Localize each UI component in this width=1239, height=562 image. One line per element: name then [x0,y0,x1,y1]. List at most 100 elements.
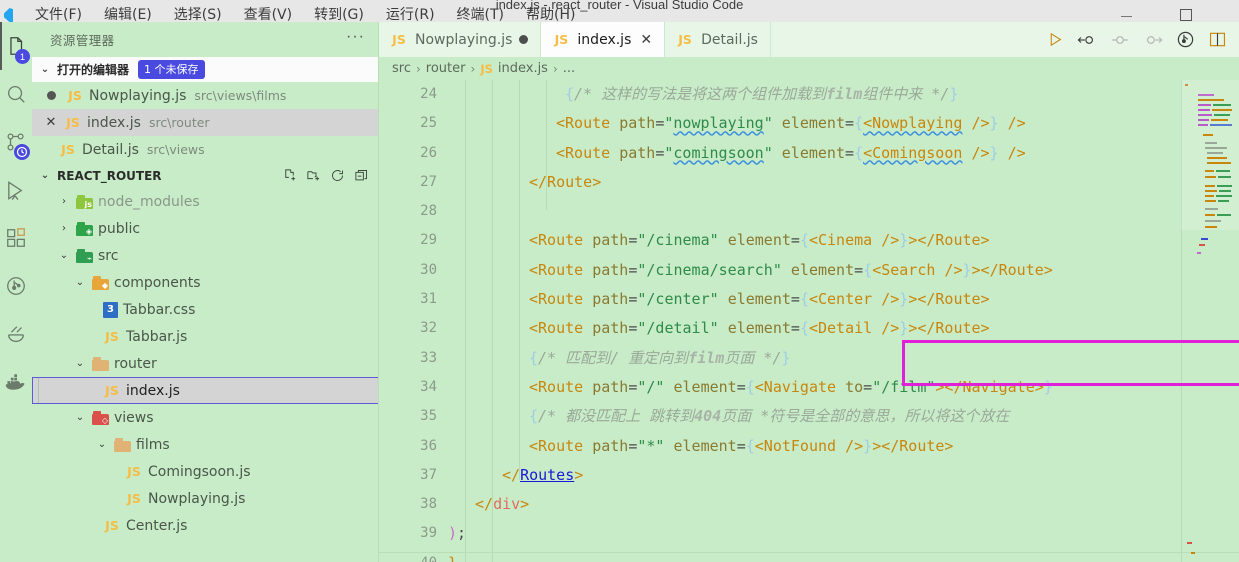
activity-search[interactable] [0,70,32,118]
folder-icon: ◇ [92,410,109,425]
tree-label: components [114,274,201,291]
activity-docker[interactable] [0,358,32,406]
editor-group: JS Nowplaying.js JS index.js ✕ JS Detail… [379,22,1239,562]
folder-icon: ⌁ [76,248,93,263]
chevron-right-icon: › [62,196,66,207]
open-editors-label: 打开的编辑器 [57,63,130,77]
close-icon[interactable]: ✕ [43,115,59,130]
window-maximize-button[interactable] [1169,0,1203,22]
minimap[interactable] [1181,80,1239,562]
open-editors-section-header[interactable]: ⌄ 打开的编辑器 1 个未保存 [32,57,379,82]
menu-item-edit[interactable]: 编辑(E) [93,8,163,22]
activity-run-and-debug[interactable] [0,166,32,214]
tree-folder-router[interactable]: ⌄ router [32,350,379,377]
sidebar-more-actions-icon[interactable]: ··· [346,28,371,52]
code-line: 32 <Route path="/detail" element={<Detai… [420,319,990,338]
tree-folder-src[interactable]: ⌄ ⌁ src [32,242,379,269]
explorer-badge: 1 [15,49,30,64]
chevron-down-icon: ⌄ [40,170,50,181]
chevron-down-icon: ⌄ [75,358,85,369]
chevron-down-icon: ⌄ [97,439,107,450]
sidebar-title: 资源管理器 [50,33,115,48]
js-file-icon: JS [66,115,80,130]
menu-item-help[interactable]: 帮助(H) [515,8,586,22]
tree-file-nowplaying-js[interactable]: JS Nowplaying.js [32,485,379,512]
menu-item-terminal[interactable]: 终端(T) [446,8,515,22]
tree-label: films [136,436,170,453]
open-editor-row[interactable]: ✕ JS index.js src\router [32,109,379,136]
run-code-button[interactable] [1047,31,1064,48]
editor-actions [1031,22,1239,57]
tab-label: index.js [577,31,632,48]
folder-icon: ◆ [92,275,109,290]
tab-detail-js[interactable]: JS Detail.js [665,22,771,57]
chevron-right-icon: › [415,61,421,76]
open-editor-path: src\views\films [194,88,287,103]
merge-center-button[interactable] [1110,33,1130,47]
chevron-down-icon: ⌄ [75,277,85,288]
menu-item-view[interactable]: 查看(V) [233,8,304,22]
js-file-icon: JS [105,383,119,398]
project-section-header[interactable]: ⌄ REACT_ROUTER [32,163,379,188]
new-file-icon[interactable] [282,168,297,183]
merge-right-button[interactable] [1143,33,1163,47]
tree-file-index-js[interactable]: JS index.js [32,377,379,404]
js-file-icon: JS [61,142,75,157]
menu-item-go[interactable]: 转到(G) [303,8,375,22]
activity-source-control[interactable] [0,118,32,166]
close-icon[interactable]: ✕ [638,33,652,47]
chevron-right-icon: › [62,223,66,234]
window-minimize-button[interactable] [1109,0,1143,22]
tree-label: Tabbar.js [126,328,188,345]
activity-explorer[interactable]: 1 [0,22,32,70]
tree-folder-node-modules[interactable]: › js node_modules [32,188,379,215]
activity-remote-explorer[interactable] [0,310,32,358]
breadcrumb-item-index-js[interactable]: index.js [498,61,548,76]
tree-file-comingsoon-js[interactable]: JS Comingsoon.js [32,458,379,485]
code-line: 31 <Route path="/center" element={<Cente… [420,290,990,309]
tree-folder-views[interactable]: ⌄ ◇ views [32,404,379,431]
folder-icon [92,356,109,371]
chevron-down-icon: ⌄ [75,412,85,423]
tab-nowplaying-js[interactable]: JS Nowplaying.js [379,22,542,57]
breadcrumb-item-symbol[interactable]: ... [563,61,575,76]
tree-file-tabbar-js[interactable]: JS Tabbar.js [32,323,379,350]
menu-item-select[interactable]: 选择(S) [163,8,233,22]
open-editor-row[interactable]: JS Nowplaying.js src\views\films [32,82,379,109]
tab-index-js[interactable]: JS index.js ✕ [541,22,666,57]
refresh-icon[interactable] [330,168,345,183]
tree-folder-components[interactable]: ⌄ ◆ components [32,269,379,296]
unsaved-dot-icon[interactable] [47,91,56,100]
tree-folder-films[interactable]: ⌄ films [32,431,379,458]
code-line: 26 <Route path="comingsoon" element={<Co… [420,143,1026,162]
vscode-logo-icon [2,0,16,22]
js-file-icon: JS [678,32,692,47]
menu-item-file[interactable]: 文件(F) [24,8,93,22]
menu-bar[interactable]: 文件(F) 编辑(E) 选择(S) 查看(V) 转到(G) 运行(R) 终端(T… [24,0,586,22]
unsaved-dot-icon[interactable] [519,35,529,44]
code-line: 25 <Route path="nowplaying" element={<No… [420,114,1026,133]
tree-label: index.js [126,382,180,399]
collapse-all-icon[interactable] [354,168,369,183]
breadcrumb-item-router[interactable]: router [426,61,466,76]
code-editor[interactable]: 24 {/* 这样的写法是将这两个组件加载到film组件中来 */} 25 <R… [379,80,1239,562]
code-line: 33 {/* 匹配到/ 重定向到film页面 */} [420,348,791,367]
code-line: 40 } [379,549,1239,562]
breadcrumb-item-src[interactable]: src [392,61,411,76]
js-file-icon: JS [68,88,82,103]
tree-file-tabbar-css[interactable]: 3 Tabbar.css [32,296,379,323]
activity-git-graph[interactable] [0,262,32,310]
open-editor-row[interactable]: JS Detail.js src\views [32,136,379,163]
merge-left-button[interactable] [1077,33,1097,47]
breadcrumb: src › router › JS index.js › ... [379,57,1239,80]
git-commit-circle-icon[interactable] [1176,30,1195,49]
activity-extensions[interactable] [0,214,32,262]
menu-item-run[interactable]: 运行(R) [375,8,446,22]
tree-file-center-js[interactable]: JS Center.js [32,512,379,539]
split-editor-button[interactable] [1208,31,1227,48]
code-lines[interactable]: 24 {/* 这样的写法是将这两个组件加载到film组件中来 */} 25 <R… [379,80,1239,562]
tree-label: public [98,220,141,237]
tree-folder-public[interactable]: › ◈ public [32,215,379,242]
title-bar: 文件(F) 编辑(E) 选择(S) 查看(V) 转到(G) 运行(R) 终端(T… [0,0,1239,22]
new-folder-icon[interactable] [306,168,321,183]
